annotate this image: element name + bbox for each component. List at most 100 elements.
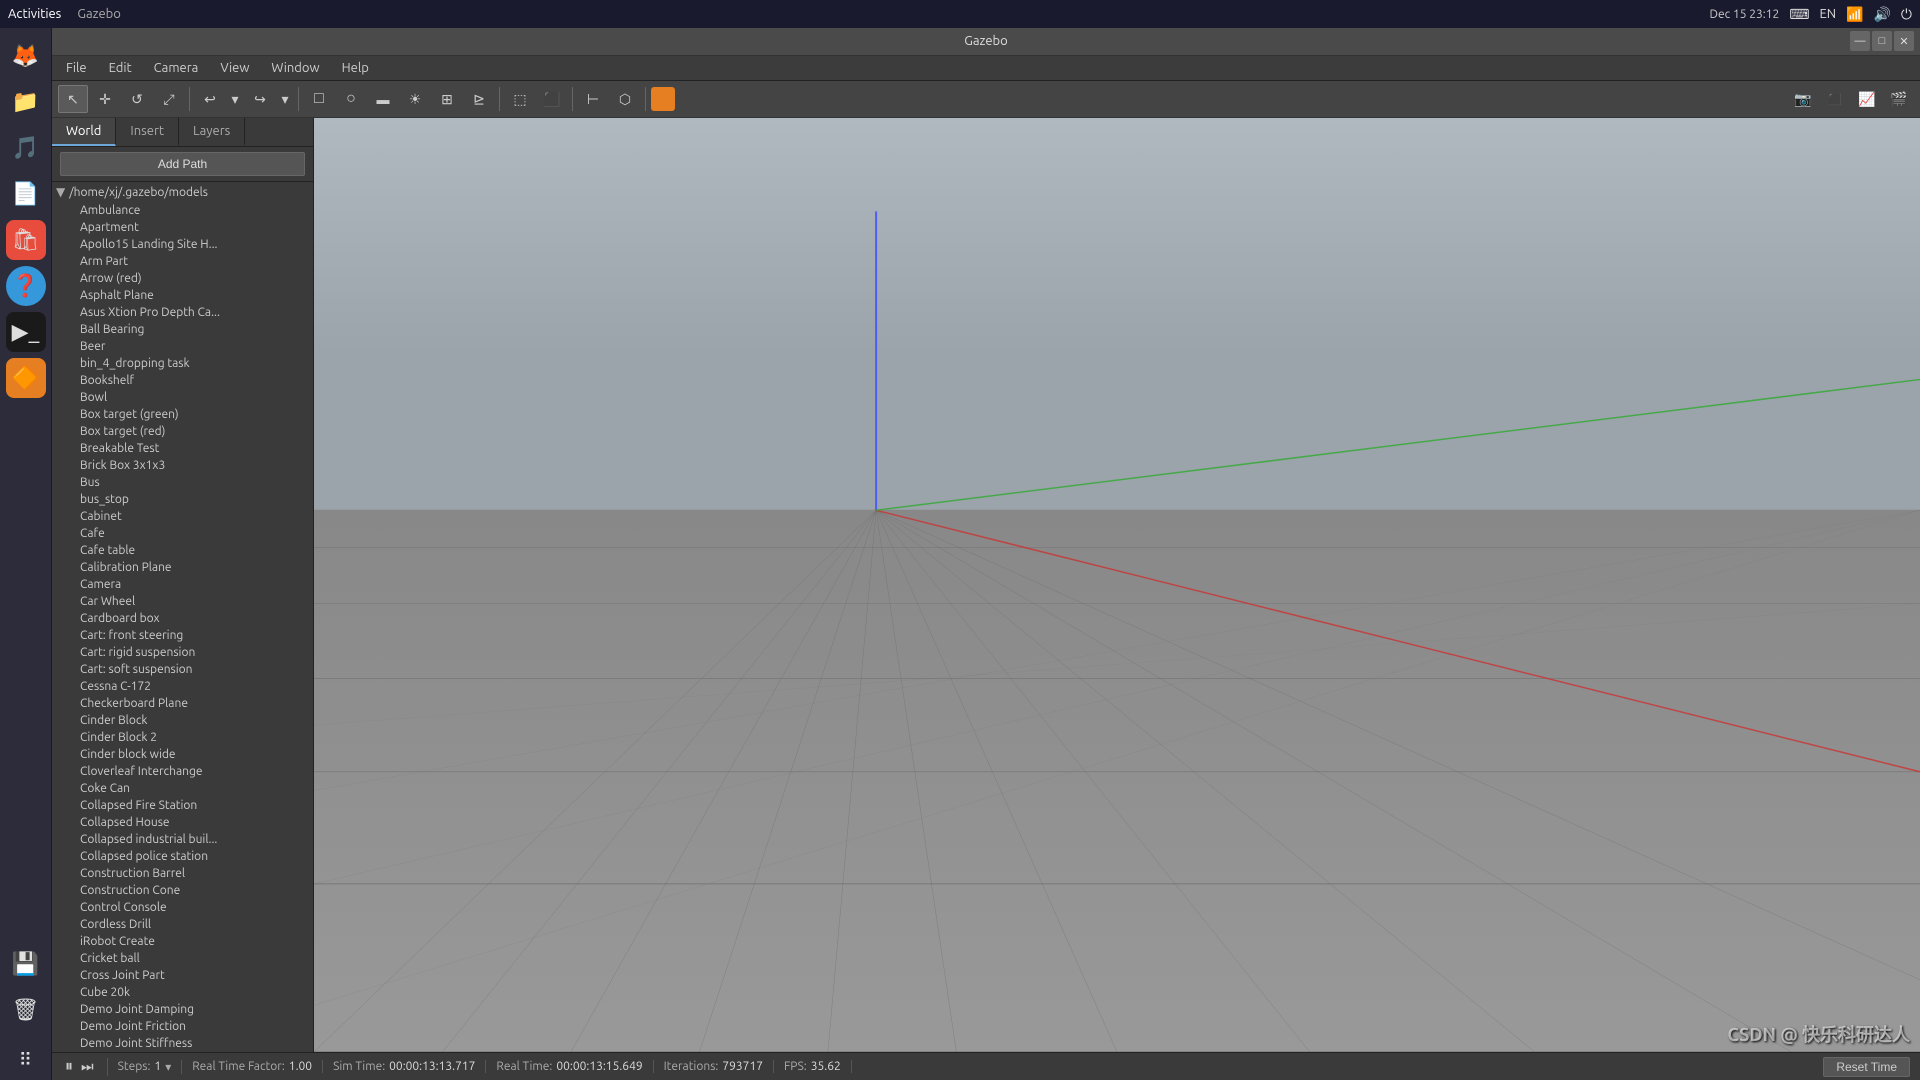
select-tool[interactable]: ↖ xyxy=(58,85,88,113)
activities-label[interactable]: Activities xyxy=(8,7,61,21)
tree-item[interactable]: Cart: soft suspension xyxy=(52,661,313,678)
box-button[interactable]: □ xyxy=(304,85,334,113)
terminal-icon[interactable]: ▶_ xyxy=(6,312,46,352)
translate-tool[interactable]: ✛ xyxy=(90,85,120,113)
menu-file[interactable]: File xyxy=(56,58,97,78)
add-path-button[interactable]: Add Path xyxy=(60,152,305,176)
close-button[interactable]: ✕ xyxy=(1894,31,1914,51)
rhythmbox-icon[interactable]: 🎵 xyxy=(6,128,46,168)
keyboard-icon[interactable]: ⌨ xyxy=(1789,6,1809,23)
tree-root-item[interactable]: ▼ /home/xj/.gazebo/models xyxy=(52,182,313,202)
tree-item[interactable]: Collapsed House xyxy=(52,814,313,831)
menu-help[interactable]: Help xyxy=(332,58,379,78)
tree-item[interactable]: Breakable Test xyxy=(52,440,313,457)
trash-icon[interactable]: 🗑 xyxy=(6,990,46,1030)
measure-button[interactable]: ⊵ xyxy=(464,85,494,113)
menu-camera[interactable]: Camera xyxy=(144,58,209,78)
tree-item[interactable]: Cafe table xyxy=(52,542,313,559)
plot-button[interactable]: 📈 xyxy=(1852,85,1882,113)
logging-button[interactable]: ⬛ xyxy=(1820,85,1850,113)
tree-item[interactable]: Demo Joint Damping xyxy=(52,1001,313,1018)
redo-dropdown[interactable]: ▾ xyxy=(277,85,293,113)
tree-item[interactable]: Construction Barrel xyxy=(52,865,313,882)
tree-item[interactable]: Control Console xyxy=(52,899,313,916)
tree-item[interactable]: Beer xyxy=(52,338,313,355)
step-button[interactable]: ⏭ xyxy=(78,1058,97,1075)
tree-item[interactable]: Cinder block wide xyxy=(52,746,313,763)
tab-layers[interactable]: Layers xyxy=(179,118,245,146)
tree-item[interactable]: Construction Cone xyxy=(52,882,313,899)
maximize-button[interactable]: □ xyxy=(1872,31,1892,51)
tree-item[interactable]: Bus xyxy=(52,474,313,491)
align-button[interactable]: ⊢ xyxy=(578,85,608,113)
light-button[interactable]: ☀ xyxy=(400,85,430,113)
tree-item[interactable]: Cessna C-172 xyxy=(52,678,313,695)
appstore-icon[interactable]: 🛍 xyxy=(6,220,46,260)
tree-item[interactable]: Arm Part xyxy=(52,253,313,270)
grid-button[interactable]: ⊞ xyxy=(432,85,462,113)
ssd-icon[interactable]: 💾 xyxy=(6,944,46,984)
reset-time-button[interactable]: Reset Time xyxy=(1823,1057,1910,1077)
gazebo-icon[interactable]: 🔶 xyxy=(6,358,46,398)
tree-item[interactable]: Cart: rigid suspension xyxy=(52,644,313,661)
undo-button[interactable]: ↩ xyxy=(195,85,225,113)
reset-button[interactable]: ⬚ xyxy=(505,85,535,113)
tree-item[interactable]: Cross Joint Part xyxy=(52,967,313,984)
tree-item[interactable]: Cardboard box xyxy=(52,610,313,627)
tree-item[interactable]: iRobot Create xyxy=(52,933,313,950)
menu-edit[interactable]: Edit xyxy=(99,58,142,78)
volume-icon[interactable]: 🔊 xyxy=(1873,6,1890,23)
tree-item[interactable]: Cube 20k xyxy=(52,984,313,1001)
sphere-button[interactable]: ○ xyxy=(336,85,366,113)
redo-button[interactable]: ↪ xyxy=(245,85,275,113)
tree-item[interactable]: Checkerboard Plane xyxy=(52,695,313,712)
scale-tool[interactable]: ⤢ xyxy=(154,85,184,113)
rotate-tool[interactable]: ↺ xyxy=(122,85,152,113)
tree-item[interactable]: bin_4_dropping task xyxy=(52,355,313,372)
language-icon[interactable]: EN xyxy=(1819,7,1836,21)
tree-item[interactable]: Cabinet xyxy=(52,508,313,525)
tree-item[interactable]: Cart: front steering xyxy=(52,627,313,644)
snap-button[interactable]: ⬛ xyxy=(537,85,567,113)
apps-grid-icon[interactable]: ⠿ xyxy=(6,1040,46,1080)
tree-item[interactable]: Collapsed Fire Station xyxy=(52,797,313,814)
model-tree[interactable]: ▼ /home/xj/.gazebo/models AmbulanceApart… xyxy=(52,182,313,1052)
libreoffice-icon[interactable]: 📄 xyxy=(6,174,46,214)
tree-item[interactable]: Cordless Drill xyxy=(52,916,313,933)
tree-item[interactable]: Car Wheel xyxy=(52,593,313,610)
help-icon[interactable]: ❓ xyxy=(6,266,46,306)
menu-view[interactable]: View xyxy=(210,58,259,78)
tree-item[interactable]: Cricket ball xyxy=(52,950,313,967)
tab-world[interactable]: World xyxy=(52,118,116,146)
tree-item[interactable]: Cloverleaf Interchange xyxy=(52,763,313,780)
pause-button[interactable]: ⏸ xyxy=(62,1058,76,1076)
tree-item[interactable]: Camera xyxy=(52,576,313,593)
menu-window[interactable]: Window xyxy=(261,58,329,78)
tree-item[interactable]: Coke Can xyxy=(52,780,313,797)
tree-item[interactable]: Apollo15 Landing Site H... xyxy=(52,236,313,253)
tree-item[interactable]: Box target (red) xyxy=(52,423,313,440)
tree-item[interactable]: Cinder Block xyxy=(52,712,313,729)
cylinder-button[interactable]: ▬ xyxy=(368,85,398,113)
firefox-icon[interactable]: 🦊 xyxy=(6,36,46,76)
tree-item[interactable]: Asus Xtion Pro Depth Ca... xyxy=(52,304,313,321)
tree-item[interactable]: Collapsed industrial buil... xyxy=(52,831,313,848)
steps-dropdown[interactable]: ▾ xyxy=(165,1060,171,1074)
color-button[interactable] xyxy=(651,87,675,111)
tree-item[interactable]: Asphalt Plane xyxy=(52,287,313,304)
power-icon[interactable]: ⏻ xyxy=(1901,6,1912,23)
undo-dropdown[interactable]: ▾ xyxy=(227,85,243,113)
tree-item[interactable]: Collapsed police station xyxy=(52,848,313,865)
tree-item[interactable]: Bowl xyxy=(52,389,313,406)
tree-item[interactable]: Demo Joint Friction xyxy=(52,1018,313,1035)
tree-item[interactable]: Cinder Block 2 xyxy=(52,729,313,746)
files-icon[interactable]: 📁 xyxy=(6,82,46,122)
tree-item[interactable]: Bookshelf xyxy=(52,372,313,389)
screenshot-button[interactable]: 📷 xyxy=(1788,85,1818,113)
video-button[interactable]: 🎬 xyxy=(1884,85,1914,113)
tab-insert[interactable]: Insert xyxy=(116,118,179,146)
tree-item[interactable]: Ball Bearing xyxy=(52,321,313,338)
tree-item[interactable]: bus_stop xyxy=(52,491,313,508)
tree-item[interactable]: Brick Box 3x1x3 xyxy=(52,457,313,474)
tree-item[interactable]: Box target (green) xyxy=(52,406,313,423)
